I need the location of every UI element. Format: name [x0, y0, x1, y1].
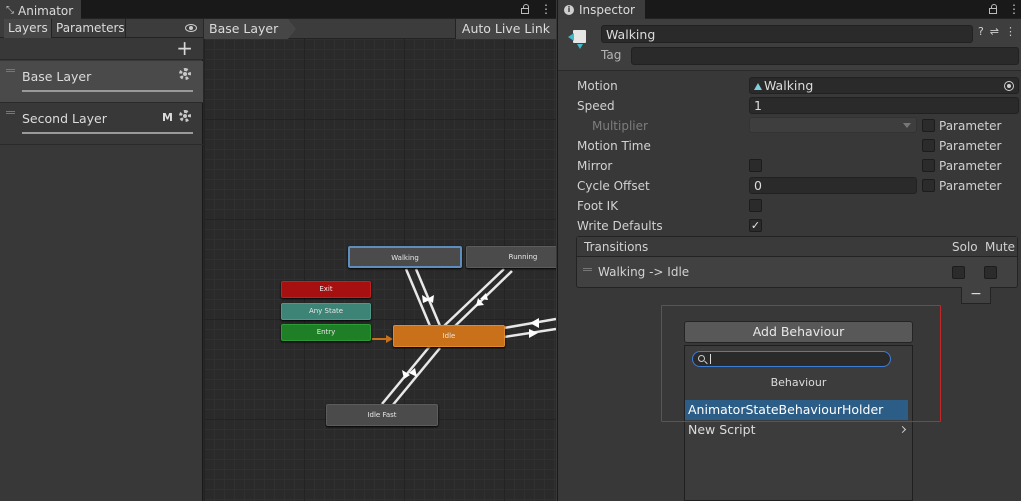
transition-line[interactable] — [452, 270, 513, 329]
transitions-title: Transitions — [584, 240, 649, 254]
transition-line[interactable] — [414, 268, 442, 327]
state-running[interactable]: Running — [466, 246, 556, 268]
layer-name: Second Layer — [22, 111, 107, 126]
drag-handle-icon[interactable] — [583, 268, 592, 271]
speed-label: Speed — [577, 99, 615, 113]
solo-checkbox[interactable] — [952, 266, 965, 279]
layers-toolbar: + — [0, 38, 203, 60]
layer-weight-bar — [22, 132, 193, 134]
layer-name: Base Layer — [22, 69, 92, 84]
multiplier-parameter-checkbox[interactable] — [922, 119, 935, 132]
motion-time-parameter-checkbox[interactable] — [922, 139, 935, 152]
motion-label: Motion — [577, 79, 618, 93]
inspector-title: Inspector — [579, 2, 635, 17]
chevron-right-icon — [898, 425, 907, 434]
animator-tab-bar: ⤡ Animator ⋮ — [0, 0, 556, 19]
motion-time-label: Motion Time — [577, 139, 651, 153]
multiplier-dropdown — [749, 117, 917, 133]
add-layer-button[interactable]: + — [176, 38, 193, 58]
animation-clip-icon — [754, 83, 762, 90]
highlight-box — [661, 305, 941, 422]
menu-item-label: New Script — [688, 422, 756, 437]
object-picker-icon[interactable] — [1004, 81, 1014, 91]
drag-handle-icon[interactable] — [6, 111, 15, 114]
remove-transition-button[interactable]: − — [961, 287, 991, 304]
animator-title: Animator — [18, 3, 74, 18]
help-icon[interactable]: ? — [978, 25, 984, 38]
layers-panel: Layers Parameters + Base Layer Second La… — [0, 19, 203, 501]
header-icons: ? ⇌ ⋮ — [978, 25, 1016, 38]
presets-icon[interactable]: ⇌ — [990, 25, 999, 38]
drag-handle-icon[interactable] — [6, 69, 15, 72]
tag-field[interactable] — [631, 47, 1019, 65]
state-name-field[interactable] — [601, 25, 973, 43]
mirror-label: Mirror — [577, 159, 613, 173]
state-walking[interactable]: Walking — [348, 246, 462, 268]
menu-item-new-script[interactable]: New Script — [685, 420, 908, 440]
inspector-window: i Inspector ⋮ ? ⇌ ⋮ Tag Motion Walking S… — [557, 0, 1021, 501]
animator-tab[interactable]: ⤡ Animator — [0, 0, 82, 19]
state-exit[interactable]: Exit — [281, 281, 371, 298]
motion-field[interactable]: Walking — [749, 77, 1019, 94]
animator-state-icon — [568, 28, 590, 49]
mirror-parameter-checkbox[interactable] — [922, 159, 935, 172]
state-entry[interactable]: Entry — [281, 324, 371, 341]
foot-ik-label: Foot IK — [577, 199, 619, 213]
transition-arrow — [529, 329, 538, 338]
tag-label: Tag — [601, 48, 622, 62]
transitions-list: Transitions Solo Mute Walking -> Idle — [576, 236, 1018, 288]
gear-icon[interactable] — [179, 68, 191, 80]
cycle-offset-field[interactable] — [749, 177, 917, 194]
write-defaults-label: Write Defaults — [577, 219, 663, 233]
layer-item-base[interactable]: Base Layer — [0, 61, 203, 103]
inspector-header: ? ⇌ ⋮ Tag — [558, 19, 1021, 71]
layer-weight-bar — [22, 90, 193, 92]
foot-ik-checkbox[interactable] — [749, 199, 762, 212]
parameter-label: Parameter — [939, 159, 1002, 173]
mute-checkbox[interactable] — [984, 266, 997, 279]
layers-panel-tabs: Layers Parameters — [0, 19, 203, 38]
gear-icon[interactable] — [179, 110, 191, 122]
mute-label: Mute — [985, 240, 1016, 254]
parameter-label: Parameter — [939, 179, 1002, 193]
tab-parameters[interactable]: Parameters — [52, 19, 126, 38]
transitions-header: Transitions Solo Mute — [577, 237, 1017, 257]
transition-line[interactable] — [443, 268, 505, 327]
solo-label: Solo — [952, 240, 978, 254]
state-idle-fast[interactable]: Idle Fast — [326, 404, 438, 426]
animator-icon: ⤡ — [6, 5, 14, 16]
tab-layers[interactable]: Layers — [4, 19, 52, 38]
lock-icon[interactable] — [989, 4, 997, 14]
state-machine-graph[interactable]: Base Layer Auto Live Link Walking Runnin… — [204, 19, 556, 501]
speed-field[interactable] — [749, 97, 1019, 114]
eye-icon[interactable] — [185, 24, 197, 32]
transition-arrow — [530, 318, 539, 328]
write-defaults-checkbox[interactable]: ✓ — [749, 219, 762, 232]
state-idle[interactable]: Idle — [393, 325, 505, 347]
mirror-checkbox[interactable] — [749, 159, 762, 172]
cycle-offset-parameter-checkbox[interactable] — [922, 179, 935, 192]
parameter-label: Parameter — [939, 119, 1002, 133]
inspector-tab[interactable]: i Inspector — [558, 0, 645, 19]
cycle-offset-label: Cycle Offset — [577, 179, 650, 193]
multiplier-label: Multiplier — [592, 119, 648, 133]
mask-badge: M — [162, 111, 173, 124]
window-menu-icon[interactable]: ⋮ — [1008, 3, 1020, 15]
transition-line[interactable] — [391, 347, 441, 407]
state-any-state[interactable]: Any State — [281, 303, 371, 320]
lock-icon[interactable] — [521, 4, 529, 14]
transition-name: Walking -> Idle — [598, 265, 690, 279]
inspector-tab-bar: i Inspector ⋮ — [558, 0, 1021, 19]
animator-window: ⤡ Animator ⋮ Layers Parameters + Base La… — [0, 0, 556, 501]
layer-item-second[interactable]: Second Layer M — [0, 103, 203, 145]
more-icon[interactable]: ⋮ — [1005, 25, 1016, 38]
transition-line[interactable] — [503, 317, 556, 330]
parameter-label: Parameter — [939, 139, 1002, 153]
transition-row[interactable]: Walking -> Idle — [577, 258, 1017, 287]
info-icon: i — [564, 4, 574, 15]
window-menu-icon[interactable]: ⋮ — [540, 3, 552, 15]
entry-transition-arrow — [386, 335, 393, 343]
transition-line[interactable] — [404, 268, 432, 327]
motion-value: Walking — [764, 78, 814, 93]
